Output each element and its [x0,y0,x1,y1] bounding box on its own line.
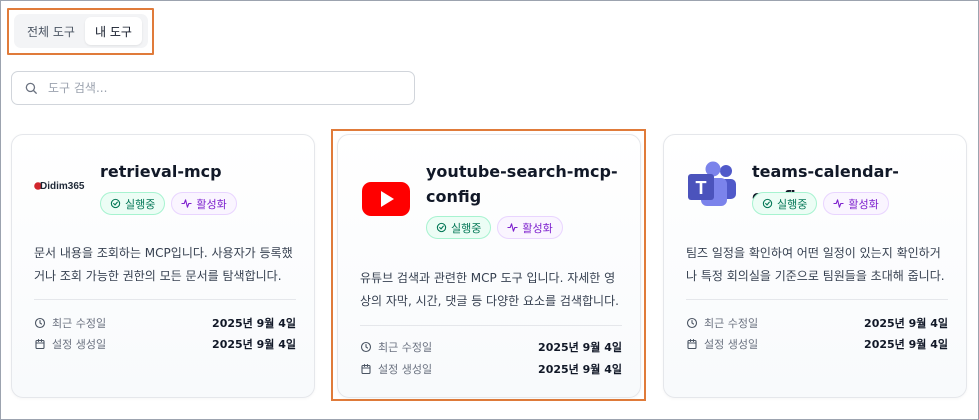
divider [686,299,948,300]
tool-description: 문서 내용을 조회하는 MCP입니다. 사용자가 등록했거나 조회 가능한 권한… [34,246,293,283]
clock-icon [686,317,698,329]
calendar-icon [35,338,45,350]
modified-row: 최근 수정일 2025년 9월 4일 [360,338,622,356]
search-input[interactable] [48,81,388,95]
created-row: 설정 생성일 2025년 9월 4일 [686,335,948,353]
active-badge: 활성화 [823,192,889,215]
didim365-logo: Didim365 [34,161,86,211]
calendar-icon [361,363,371,375]
tool-card-retrieval-mcp[interactable]: Didim365 retrieval-mcp 실행중 활성화 문서 내용을 조회… [11,134,315,398]
svg-text:T: T [696,178,707,198]
status-badges: 실행중 활성화 [752,192,889,215]
tool-card-youtube-search-mcp-config[interactable]: youtube-search-mcp-config 실행중 활성화 유튜브 검색… [337,134,641,398]
clock-icon [34,317,46,329]
activity-icon [507,223,519,232]
running-badge: 실행중 [426,216,492,239]
search-icon [25,82,37,94]
teams-logo: T [686,161,738,211]
active-badge: 활성화 [171,192,237,215]
search-box [11,71,415,105]
status-badges: 실행중 활성화 [100,192,237,215]
activity-icon [181,199,193,208]
youtube-logo [360,179,412,229]
tool-card-teams-calendar-config[interactable]: T teams-calendar-config 실행중 활성화 팀즈 일정을 확… [663,134,967,398]
status-badges: 실행중 활성화 [426,216,563,239]
tool-tabs: 전체 도구 내 도구 [14,14,148,48]
created-row: 설정 생성일 2025년 9월 4일 [360,360,622,378]
calendar-icon [687,338,697,350]
check-circle-icon [110,198,121,209]
divider [360,325,622,326]
activity-icon [833,199,845,208]
tab-all-tools[interactable]: 전체 도구 [17,17,85,45]
clock-icon [360,341,372,353]
tab-my-tools[interactable]: 내 도구 [84,17,142,45]
check-circle-icon [436,222,447,233]
tool-title: retrieval-mcp [100,162,222,181]
running-badge: 실행중 [752,192,818,215]
active-badge: 활성화 [497,216,563,239]
tool-description: 유튜브 검색과 관련한 MCP 도구 입니다. 자세한 영상의 자막, 시간, … [360,271,619,308]
divider [34,299,296,300]
modified-row: 최근 수정일 2025년 9월 4일 [34,314,296,332]
created-row: 설정 생성일 2025년 9월 4일 [34,335,296,353]
check-circle-icon [762,198,773,209]
tool-description: 팀즈 일정을 확인하여 어떤 일정이 있는지 확인하거나 특정 회의실을 기준으… [686,246,945,283]
tool-title: youtube-search-mcp-config [426,162,618,206]
modified-row: 최근 수정일 2025년 9월 4일 [686,314,948,332]
running-badge: 실행중 [100,192,166,215]
svg-text:Didim365: Didim365 [40,181,85,192]
